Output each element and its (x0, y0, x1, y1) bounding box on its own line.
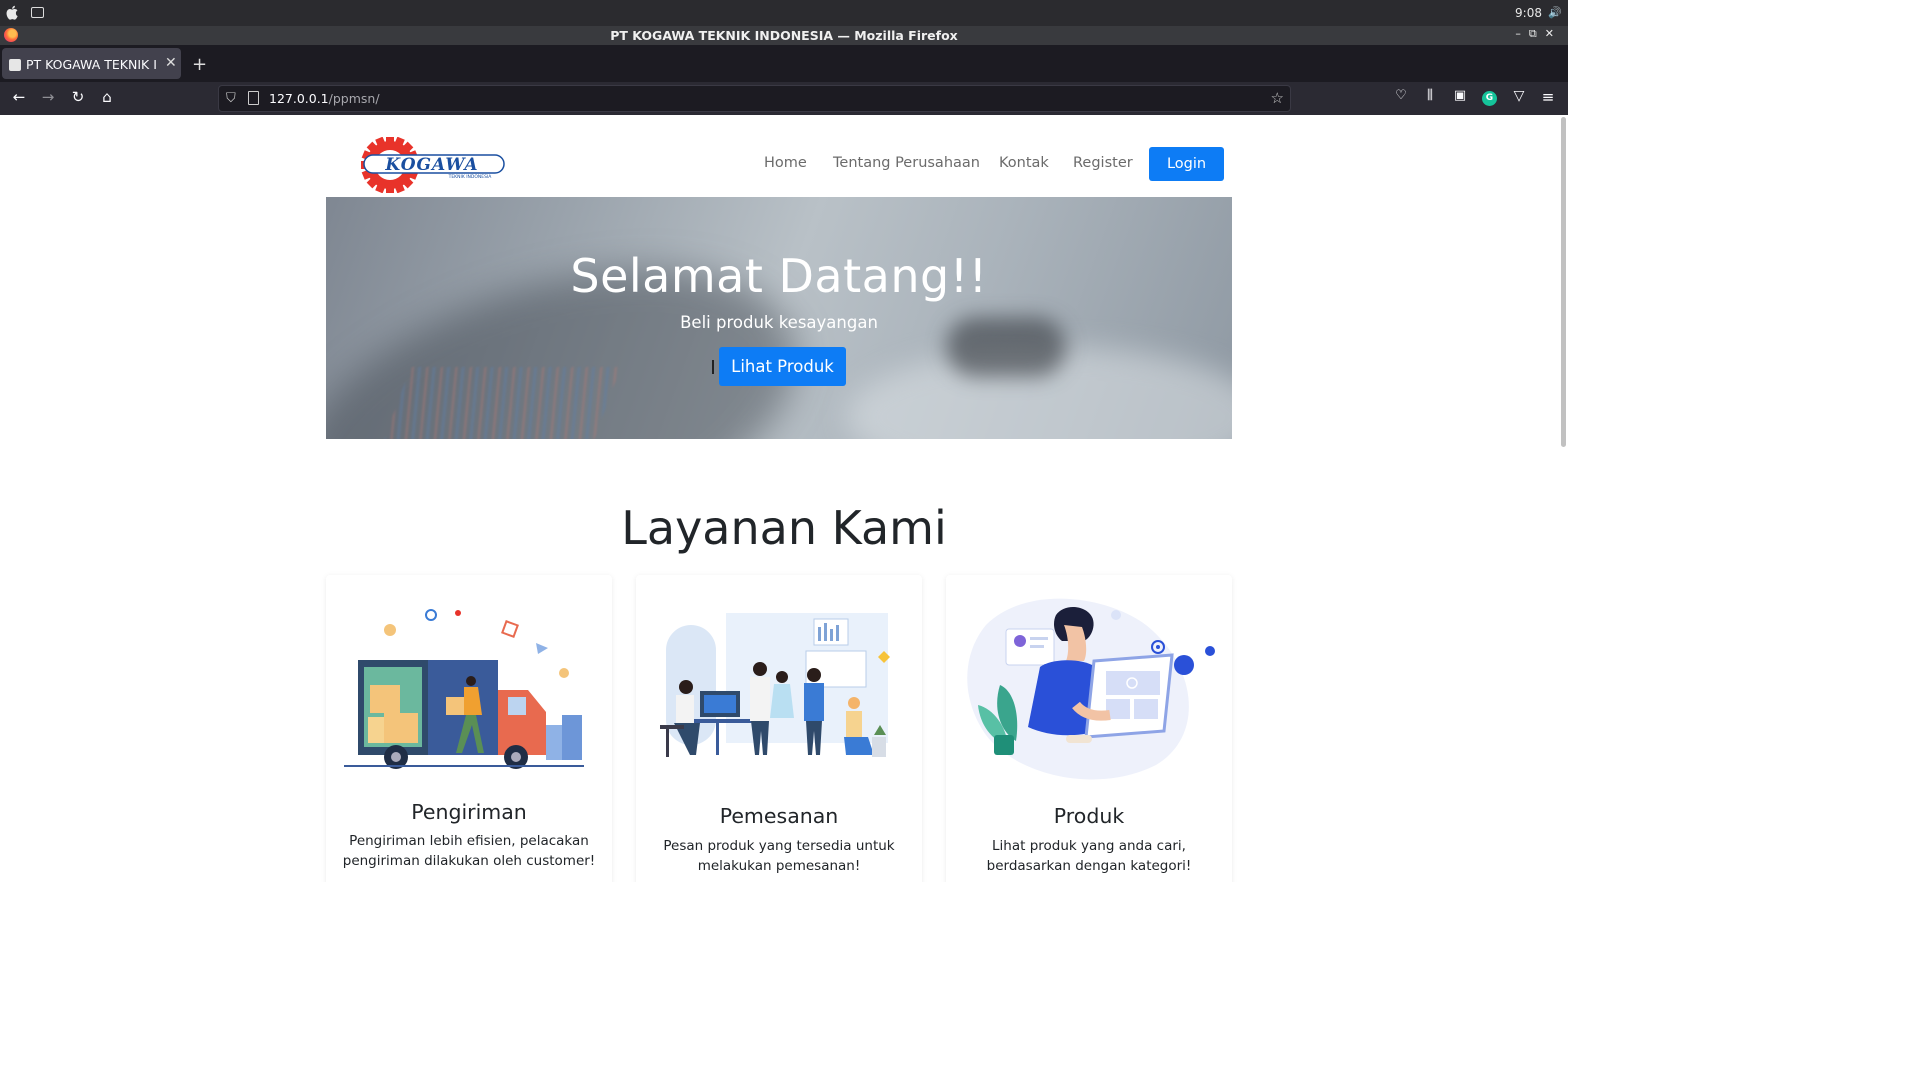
os-top-bar: 9:08 🔊 (0, 0, 1568, 26)
pocket-icon[interactable]: ♡ (1392, 88, 1410, 108)
tab-title: PT KOGAWA TEKNIK INDONESIA (26, 57, 158, 72)
reload-icon[interactable]: ↻ (69, 88, 87, 108)
service-card-text-line: berdasarkan dengan kategori! (986, 858, 1192, 874)
maximize-icon[interactable]: ⧉ (1529, 27, 1545, 40)
kogawa-logo[interactable]: KOGAWA TEKNIK INDONESIA (346, 137, 510, 193)
service-card-text-line: Pengiriman lebih efisien, pelacakan (349, 833, 589, 849)
view-products-button[interactable]: Lihat Produk (719, 347, 846, 386)
service-card-text: Pesan produk yang tersedia untuk melakuk… (648, 836, 910, 876)
tab-strip: PT KOGAWA TEKNIK INDONESIA ✕ + (0, 45, 1568, 82)
hero-subtitle: Beli produk kesayangan (680, 313, 878, 332)
web-page: KOGAWA TEKNIK INDONESIA Home Tentang Per… (0, 115, 1568, 882)
nav-register[interactable]: Register (1073, 155, 1133, 171)
service-card-title: Produk (1053, 804, 1125, 828)
online-shopping-illustration (967, 598, 1215, 780)
volume-icon[interactable]: 🔊 (1548, 6, 1562, 19)
service-card-text-line: melakukan pemesanan! (697, 858, 861, 874)
site-favicon-icon (9, 59, 21, 71)
svg-text:TEKNIK INDONESIA: TEKNIK INDONESIA (448, 174, 493, 180)
apple-menu-icon[interactable] (5, 5, 19, 20)
forward-icon[interactable]: → (39, 88, 57, 108)
service-card-text-line: Pesan produk yang tersedia untuk (663, 838, 895, 854)
vpn-extension-icon[interactable]: ▽ (1510, 88, 1528, 108)
grammarly-extension-icon[interactable]: G (1482, 91, 1497, 106)
window-title: PT KOGAWA TEKNIK INDONESIA — Mozilla Fir… (610, 28, 958, 43)
service-card-title: Pengiriman (411, 800, 527, 824)
svg-text:KOGAWA: KOGAWA (384, 155, 478, 175)
browser-tab[interactable]: PT KOGAWA TEKNIK INDONESIA ✕ (2, 48, 181, 79)
close-tab-icon[interactable]: ✕ (165, 55, 177, 71)
services-title: Layanan Kami (621, 501, 947, 555)
service-card-text: Lihat produk yang anda cari, berdasarkan… (958, 836, 1220, 876)
sidebar-icon[interactable]: ▣ (1451, 88, 1469, 108)
delivery-truck-illustration (344, 609, 584, 769)
text-cursor (712, 360, 714, 374)
close-window-icon[interactable]: ✕ (1545, 27, 1562, 40)
service-card-products: Produk Lihat produk yang anda cari, berd… (946, 575, 1232, 882)
url-text[interactable]: 127.0.0.1/ppmsn/ (269, 91, 380, 106)
page-scrollbar[interactable] (1561, 117, 1566, 447)
library-icon[interactable]: ⫼ (1421, 88, 1439, 108)
window-title-bar: PT KOGAWA TEKNIK INDONESIA — Mozilla Fir… (0, 26, 1568, 45)
nav-contact[interactable]: Kontak (999, 155, 1049, 171)
bookmark-star-icon[interactable]: ☆ (1271, 89, 1284, 107)
back-icon[interactable]: ← (10, 88, 28, 108)
service-card-shipping: Pengiriman Pengiriman lebih efisien, pel… (326, 575, 612, 882)
new-tab-icon[interactable]: + (192, 54, 207, 75)
service-card-text-line: pengiriman dilakukan oleh customer! (342, 853, 596, 869)
hero-title: Selamat Datang!! (570, 249, 988, 303)
service-card-title: Pemesanan (719, 804, 839, 828)
window-controls[interactable]: –⧉✕ (1515, 27, 1562, 41)
url-host: 127.0.0.1 (269, 91, 329, 106)
nav-about[interactable]: Tentang Perusahaan (833, 155, 980, 171)
hero-bg-chart-paper (381, 367, 621, 439)
hero-banner: Selamat Datang!! Beli produk kesayangan … (326, 197, 1232, 439)
login-button[interactable]: Login (1149, 147, 1224, 181)
keyboard-icon[interactable] (31, 7, 44, 18)
minimize-icon[interactable]: – (1515, 27, 1529, 40)
service-card-text-line: Lihat produk yang anda cari, (992, 838, 1186, 854)
tracking-shield-icon[interactable]: ⛉ (226, 91, 236, 106)
clock: 9:08 (1515, 6, 1542, 20)
url-bar[interactable]: ⛉ 127.0.0.1/ppmsn/ ☆ (218, 85, 1291, 112)
navigation-toolbar: ← → ↻ ⌂ ⛉ 127.0.0.1/ppmsn/ ☆ ♡ ⫼ ▣ G ▽ ≡ (0, 82, 1568, 115)
home-icon[interactable]: ⌂ (98, 88, 116, 108)
service-card-text: Pengiriman lebih efisien, pelacakan peng… (338, 831, 600, 871)
url-path: /ppmsn/ (328, 91, 380, 106)
service-card-ordering: Pemesanan Pesan produk yang tersedia unt… (636, 575, 922, 882)
hamburger-menu-icon[interactable]: ≡ (1539, 88, 1557, 108)
team-meeting-illustration (660, 613, 890, 757)
nav-home[interactable]: Home (764, 155, 807, 171)
page-info-icon[interactable] (248, 91, 259, 105)
